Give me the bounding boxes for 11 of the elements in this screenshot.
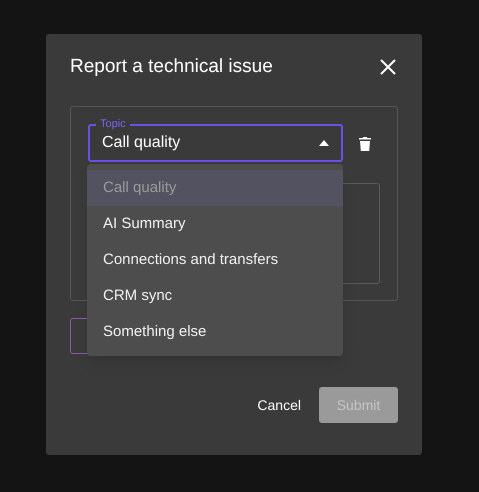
menu-item[interactable]: Something else bbox=[87, 314, 343, 350]
caret-icon bbox=[319, 140, 329, 146]
trash-icon[interactable] bbox=[359, 136, 371, 151]
select-value: Call quality bbox=[102, 133, 180, 153]
menu-item[interactable]: Connections and transfers bbox=[87, 242, 343, 278]
cancel-button[interactable]: Cancel bbox=[255, 387, 303, 423]
menu-item[interactable]: AI Summary bbox=[87, 206, 343, 242]
close-icon[interactable] bbox=[378, 57, 398, 77]
menu-item[interactable]: CRM sync bbox=[87, 278, 343, 314]
field-label: Topic bbox=[96, 117, 130, 131]
dialog-title: Report a technical issue bbox=[70, 54, 273, 79]
